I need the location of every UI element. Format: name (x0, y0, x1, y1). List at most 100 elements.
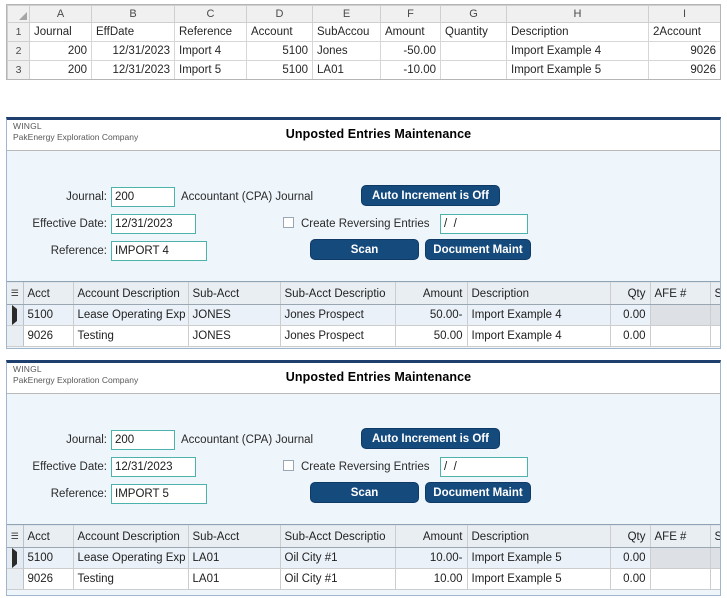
create-reversing-checkbox-2[interactable] (283, 460, 294, 471)
cell-H3[interactable]: Import Example 5 (506, 60, 649, 79)
cell-J1[interactable]: 2Amount (721, 23, 722, 42)
cell-amount-2-1[interactable]: 10.00- (395, 547, 468, 569)
col-header-B[interactable]: B (91, 5, 175, 23)
cell-D3[interactable]: 5100 (246, 60, 313, 79)
col-header-J[interactable]: J (721, 6, 722, 23)
cell-qty-1-1[interactable]: 0.00 (610, 304, 651, 326)
cell-I1[interactable]: 2Account (648, 22, 720, 42)
cell-F2[interactable]: -50.00 (380, 41, 441, 61)
cell-sub-acct-desc-2-2[interactable]: Oil City #1 (280, 568, 396, 590)
grid-col-description-2[interactable]: Description (467, 525, 611, 548)
spreadsheet-row-1[interactable]: 1 Journal EffDate Reference Account SubA… (7, 22, 722, 42)
cell-sub-acct-2-1[interactable]: LA01 (188, 547, 281, 569)
col-header-C[interactable]: C (174, 5, 247, 23)
cell-amount-2-2[interactable]: 10.00 (395, 568, 468, 590)
cell-description-2-1[interactable]: Import Example 5 (467, 547, 611, 569)
cell-description-1-1[interactable]: Import Example 4 (467, 304, 611, 326)
cell-E3[interactable]: LA01 (312, 60, 381, 79)
document-maint-button-2[interactable]: Document Maint (425, 482, 531, 503)
grid-row-2-1[interactable]: 5100 Lease Operating Exp LA01 Oil City #… (7, 547, 720, 569)
grid-col-acct-desc-1[interactable]: Account Description (73, 282, 189, 305)
cell-B1[interactable]: EffDate (91, 22, 175, 42)
scan-button-1[interactable]: Scan (310, 239, 419, 260)
cell-J3[interactable]: 10.00 (721, 61, 722, 80)
col-header-G[interactable]: G (440, 5, 507, 23)
cell-A1[interactable]: Journal (29, 22, 92, 42)
reference-input-1[interactable] (111, 241, 207, 261)
col-header-H[interactable]: H (506, 5, 649, 23)
cell-B3[interactable]: 12/31/2023 (91, 60, 175, 79)
journal-input-2[interactable] (111, 430, 175, 450)
grid-col-qty-1[interactable]: Qty (610, 282, 651, 305)
cell-acct-desc-1-2[interactable]: Testing (73, 325, 189, 347)
row-selector-1-2[interactable] (7, 325, 24, 347)
cell-G3[interactable] (440, 60, 507, 79)
col-header-A[interactable]: A (29, 5, 92, 23)
document-maint-button-1[interactable]: Document Maint (425, 239, 531, 260)
grid-col-amount-2[interactable]: Amount (395, 525, 468, 548)
cell-H2[interactable]: Import Example 4 (506, 41, 649, 61)
cell-qty-2-2[interactable]: 0.00 (610, 568, 651, 590)
row-selector-1-1[interactable] (7, 304, 24, 326)
cell-amount-1-1[interactable]: 50.00- (395, 304, 468, 326)
cell-amount-1-2[interactable]: 50.00 (395, 325, 468, 347)
grid-col-afe-1[interactable]: AFE # (650, 282, 711, 305)
cell-sub-acct-2-2[interactable]: LA01 (188, 568, 281, 590)
cell-qty-1-2[interactable]: 0.00 (610, 325, 651, 347)
cell-G2[interactable] (440, 41, 507, 61)
entry-lines-grid-1[interactable]: ☰ Acct Account Description Sub-Acct Sub-… (7, 281, 720, 347)
cell-H1[interactable]: Description (506, 22, 649, 42)
cell-acct-1-2[interactable]: 9026 (23, 325, 74, 347)
cell-G1[interactable]: Quantity (440, 22, 507, 42)
grid-col-sub-acct-2[interactable]: Sub-Acct (188, 525, 281, 548)
reversing-date-input-2[interactable] (440, 457, 528, 477)
cell-description-1-2[interactable]: Import Example 4 (467, 325, 611, 347)
cell-E1[interactable]: SubAccou (312, 22, 381, 42)
col-header-D[interactable]: D (246, 5, 313, 23)
cell-D2[interactable]: 5100 (246, 41, 313, 61)
grid-col-amount-1[interactable]: Amount (395, 282, 468, 305)
cell-stg-2-1[interactable] (710, 547, 720, 569)
cell-C3[interactable]: Import 5 (174, 60, 247, 79)
row-header-2[interactable]: 2 (7, 41, 30, 61)
col-header-E[interactable]: E (312, 5, 381, 23)
grid-row-1-2[interactable]: 9026 Testing JONES Jones Prospect 50.00 … (7, 325, 720, 347)
cell-D1[interactable]: Account (246, 22, 313, 42)
scan-button-2[interactable]: Scan (310, 482, 419, 503)
row-selector-2-1[interactable] (7, 547, 24, 569)
grid-menu-icon-2[interactable]: ☰ (7, 525, 24, 548)
cell-sub-acct-desc-2-1[interactable]: Oil City #1 (280, 547, 396, 569)
cell-acct-1-1[interactable]: 5100 (23, 304, 74, 326)
select-all-corner[interactable] (7, 5, 30, 23)
cell-stg-2-2[interactable] (710, 568, 720, 590)
cell-F1[interactable]: Amount (380, 22, 441, 42)
row-selector-2-2[interactable] (7, 568, 24, 590)
grid-menu-icon-1[interactable]: ☰ (7, 282, 24, 305)
auto-increment-button-2[interactable]: Auto Increment is Off (361, 428, 500, 449)
cell-acct-desc-1-1[interactable]: Lease Operating Exp (73, 304, 189, 326)
cell-acct-desc-2-2[interactable]: Testing (73, 568, 189, 590)
cell-afe-1-2[interactable] (650, 325, 711, 347)
cell-J2[interactable]: 50.00 (721, 42, 722, 61)
cell-C2[interactable]: Import 4 (174, 41, 247, 61)
grid-col-stg-2[interactable]: Stg (710, 525, 720, 548)
cell-F3[interactable]: -10.00 (380, 60, 441, 79)
journal-input-1[interactable] (111, 187, 175, 207)
create-reversing-checkbox-1[interactable] (283, 217, 294, 228)
spreadsheet-row-3[interactable]: 3 200 12/31/2023 Import 5 5100 LA01 -10.… (7, 60, 722, 80)
cell-A3[interactable]: 200 (29, 60, 92, 79)
grid-col-sub-acct-desc-2[interactable]: Sub-Acct Descriptio (280, 525, 396, 548)
cell-stg-1-1[interactable] (710, 304, 720, 326)
spreadsheet[interactable]: A B C D E F G H I J K 1 Journal EffDat (6, 4, 721, 80)
cell-acct-2-1[interactable]: 5100 (23, 547, 74, 569)
grid-row-2-2[interactable]: 9026 Testing LA01 Oil City #1 10.00 Impo… (7, 568, 720, 590)
cell-afe-2-2[interactable] (650, 568, 711, 590)
cell-acct-2-2[interactable]: 9026 (23, 568, 74, 590)
cell-sub-acct-desc-1-2[interactable]: Jones Prospect (280, 325, 396, 347)
cell-afe-1-1[interactable] (650, 304, 711, 326)
spreadsheet-row-2[interactable]: 2 200 12/31/2023 Import 4 5100 Jones -50… (7, 41, 722, 61)
cell-C1[interactable]: Reference (174, 22, 247, 42)
grid-col-sub-acct-1[interactable]: Sub-Acct (188, 282, 281, 305)
col-header-F[interactable]: F (380, 5, 441, 23)
cell-B2[interactable]: 12/31/2023 (91, 41, 175, 61)
